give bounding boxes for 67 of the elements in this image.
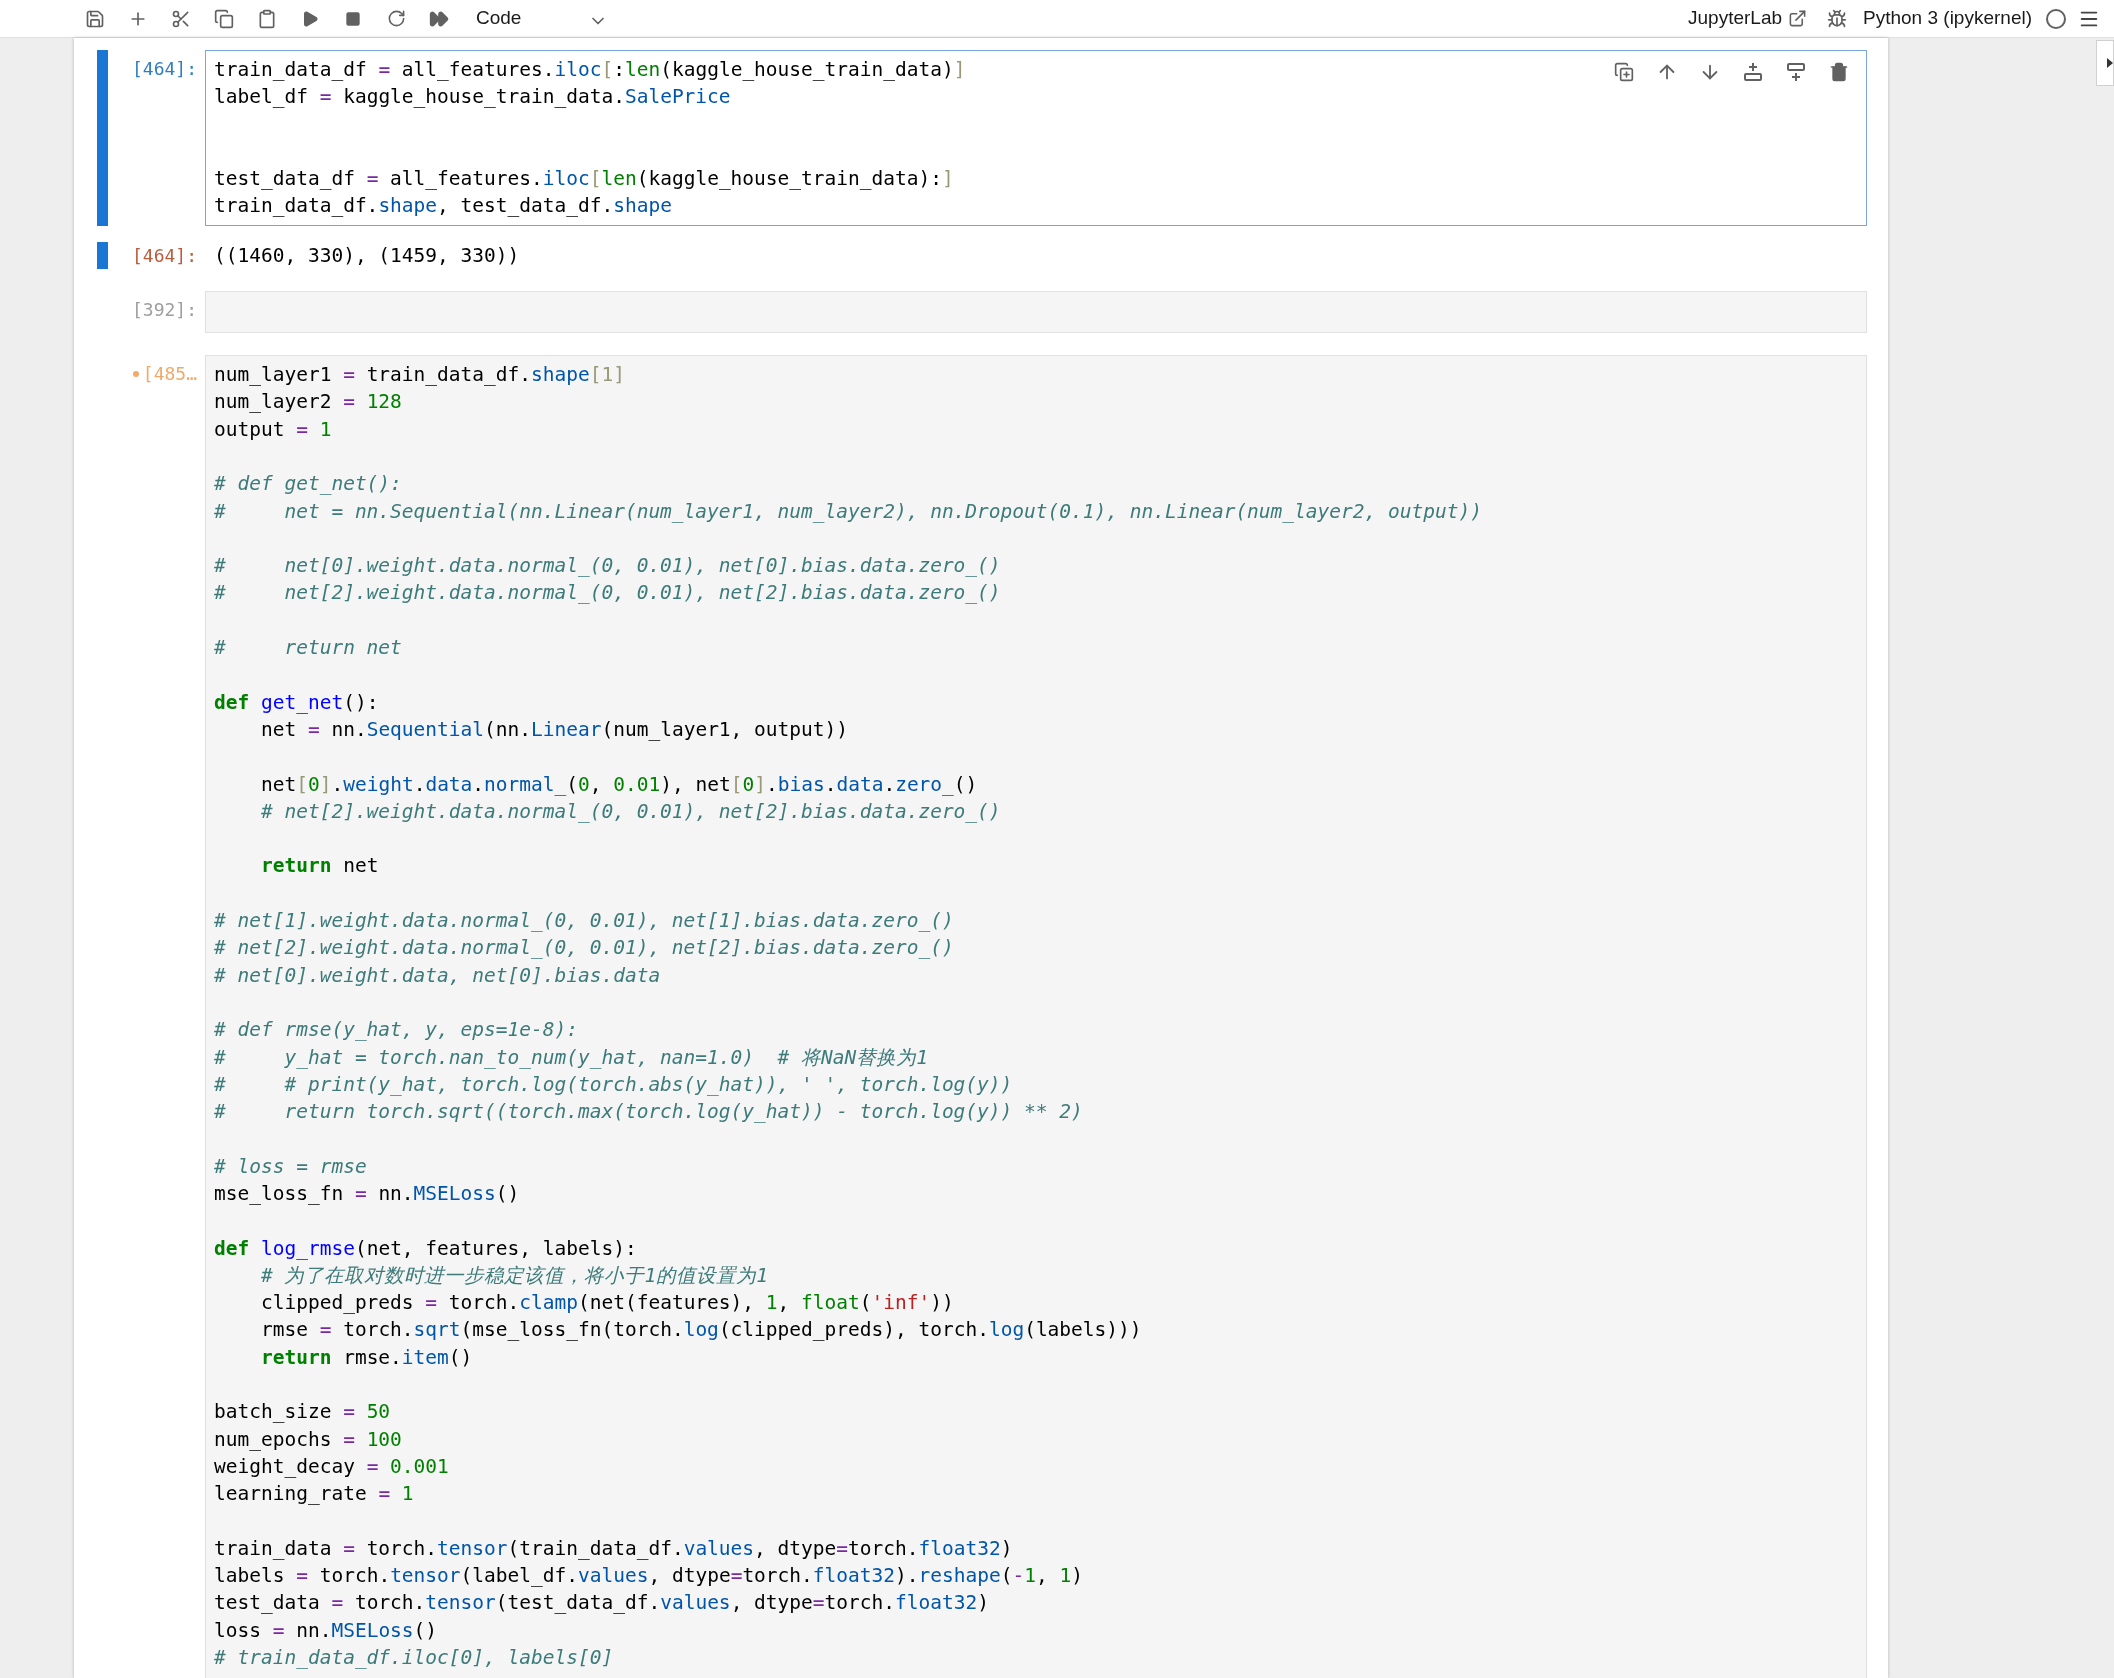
insert-below-icon — [1785, 61, 1807, 83]
copy-icon — [214, 8, 234, 29]
code-line: clipped_preds = torch.clamp(net(features), 1, float('inf')) — [259, 1290, 954, 1317]
code-line: # # print(y_hat, torch.log(torch.abs(y_hat)), ' ', torch.log(y)) — [214, 1071, 1013, 1098]
code-line: labels = torch.tensor(label_df.values, dtype=torch.float32).reshape(-1, 1) — [214, 1563, 1083, 1590]
code-line: mse_loss_fn = nn.MSELoss() — [214, 1181, 520, 1207]
cell-collapser[interactable] — [97, 50, 108, 226]
bug-icon[interactable] — [1827, 8, 1848, 29]
code-line: train_data = torch.tensor(train_data_df.values, dtype=torch.float32) — [214, 1535, 1013, 1562]
jupyterlab-link[interactable]: JupyterLab — [1688, 4, 1783, 33]
code-line: weight_decay = 0.001 — [214, 1453, 449, 1480]
code-line: learning_rate = 1 — [214, 1481, 414, 1508]
code-line: test_data = torch.tensor(test_data_df.values, dtype=torch.float32) — [214, 1590, 989, 1617]
code-line: # net[2].weight.data.normal_(0, 0.01), net[2].bias.data.zero_() — [259, 798, 1001, 825]
code-line: label_df = kaggle_house_train_data.SalePrice — [214, 84, 731, 111]
scissors-icon — [171, 8, 191, 29]
code-line: # train_data_df.iloc[0], labels[0] — [214, 1645, 614, 1672]
code-line: num_layer1 = train_data_df.shape[1] — [214, 362, 625, 389]
cell-prompt: [392]: — [131, 298, 197, 323]
code-line: # return net — [214, 635, 402, 662]
code-line: output = 1 — [214, 416, 332, 443]
cell-prompt: [464]: — [131, 57, 197, 81]
code-line: # return torch.sqrt((torch.max(torch.log(y_hat)) - torch.log(y)) ** 2) — [214, 1099, 1083, 1126]
stop-icon — [345, 10, 361, 27]
code-line: batch_size = 50 — [214, 1399, 391, 1426]
fast-forward-icon — [429, 8, 449, 29]
code-line: # def rmse(y_hat, y, eps=1e-8): — [214, 1017, 578, 1044]
code-line: num_epochs = 100 — [214, 1426, 402, 1453]
cell-type-dropdown[interactable]: Code — [476, 3, 608, 34]
play-icon — [301, 9, 319, 28]
kernel-name[interactable]: Python 3 (ipykernel) — [1863, 4, 2032, 33]
code-line: return net — [259, 853, 379, 880]
sidebar-toggle[interactable] — [2096, 40, 2114, 86]
caret-right-icon — [2107, 58, 2113, 68]
code-line: # net[0].weight.data.normal_(0, 0.01), net[0].bias.data.zero_() — [214, 553, 1001, 580]
code-line: # def get_net(): — [214, 471, 402, 498]
code-line: def get_net(): — [214, 689, 379, 716]
clipboard-icon — [257, 8, 277, 29]
external-link-icon — [1788, 9, 1808, 28]
code-line: # 为了在取对数时进一步稳定该值，将小于1的值设置为1 — [259, 1262, 768, 1289]
code-line: train_data_df.shape, test_data_df.shape — [214, 193, 672, 220]
save-icon — [85, 8, 105, 29]
code-line: train_data_df = all_features.iloc[:len(kaggle_house_train_data)] — [214, 57, 966, 83]
code-line: test_data_df = all_features.iloc[len(kaggle_house_train_data):] — [214, 166, 954, 193]
cell-prompt: [485… — [142, 362, 197, 387]
code-line: def log_rmse(net, features, labels): — [214, 1235, 637, 1262]
code-cell[interactable] — [205, 50, 1867, 226]
trash-icon — [1829, 62, 1849, 82]
output-prompt: [464]: — [131, 243, 197, 268]
code-line: # loss = rmse — [214, 1153, 367, 1180]
code-line: loss = nn.MSELoss() — [214, 1617, 438, 1644]
code-line: # net = nn.Sequential(nn.Linear(num_layer1, num_layer2), nn.Dropout(0.1), nn.Linear(num_layer2, output)) — [214, 498, 1482, 525]
code-line: rmse = torch.sqrt(mse_loss_fn(torch.log(clipped_preds), torch.log(labels))) — [259, 1317, 1142, 1344]
code-line: num_layer2 = 128 — [214, 389, 402, 416]
code-line: # net[0].weight.data, net[0].bias.data — [214, 962, 661, 989]
restart-icon — [386, 9, 406, 28]
output-collapser[interactable] — [97, 241, 108, 270]
code-line: # net[1].weight.data.normal_(0, 0.01), net[1].bias.data.zero_() — [214, 908, 954, 934]
code-line: # net[2].weight.data.normal_(0, 0.01), net[2].bias.data.zero_() — [214, 580, 1001, 607]
code-line: # y_hat = torch.nan_to_num(y_hat, nan=1.0) # 将NaN替换为1 — [214, 1044, 928, 1071]
code-line: net[0].weight.data.normal_(0, 0.01), net[0].bias.data.zero_() — [259, 771, 978, 798]
insert-above-icon — [1742, 61, 1764, 83]
code-line: return rmse.item() — [259, 1344, 473, 1371]
code-line: net = nn.Sequential(nn.Linear(num_layer1, output)) — [259, 716, 848, 743]
duplicate-icon — [1614, 62, 1634, 82]
code-line: # net[2].weight.data.normal_(0, 0.01), net[2].bias.data.zero_() — [214, 935, 954, 962]
cell-output: ((1460, 330), (1459, 330)) — [213, 242, 521, 269]
